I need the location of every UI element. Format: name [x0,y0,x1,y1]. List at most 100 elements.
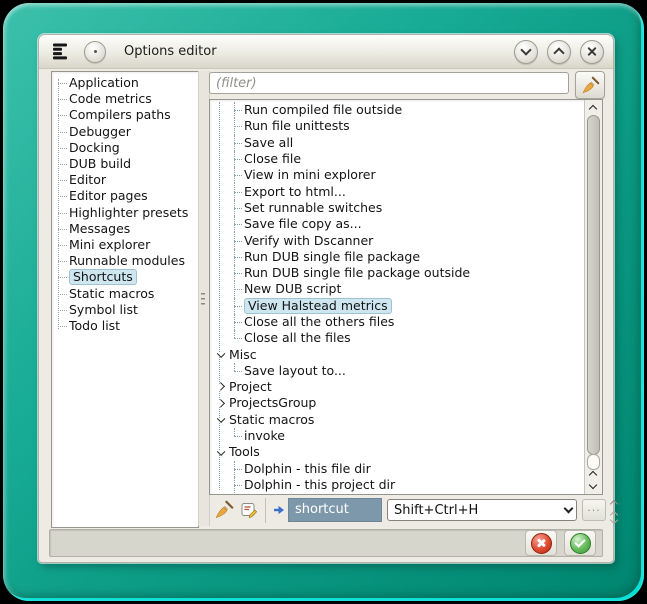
close-button[interactable] [580,40,604,64]
sidebar-item[interactable]: Docking [52,140,198,156]
tree-row[interactable]: Project [210,379,584,395]
cancel-x-icon [531,533,552,554]
tree-row[interactable]: Run compiled file outside [210,102,584,118]
tree-row[interactable]: View Halstead metrics [210,298,584,314]
sidebar-item-label: Docking [69,141,120,155]
sidebar-item-label: Symbol list [69,303,138,317]
expand-icon[interactable] [214,401,227,407]
tree-line [58,221,68,237]
sidebar-item[interactable]: Shortcuts [52,269,198,285]
sidebar-item[interactable]: Application [52,75,198,91]
tree-row[interactable]: Close all the others files [210,314,584,330]
tree-item-label: Static macros [229,413,314,427]
tree-row[interactable]: Save layout to... [210,363,584,379]
tree-row[interactable]: Close file [210,151,584,167]
tree-line [234,102,243,118]
clear-filter-button[interactable] [575,71,605,99]
sidebar-item-label: Compilers paths [69,108,171,122]
clean-properties-button[interactable] [214,500,234,520]
scroll-up-button-bottom[interactable] [585,467,601,480]
sidebar-item[interactable]: Static macros [52,285,198,301]
scroll-up-button[interactable] [585,101,601,114]
selected-property-arrow-icon [273,505,285,515]
tree-row[interactable]: Dolphin - this file dir [210,461,584,477]
tree-row[interactable]: Static macros [210,412,584,428]
property-grid: shortcut Shift+Ctrl+H ... [265,498,617,523]
sidebar-item[interactable]: DUB build [52,156,198,172]
sidebar-item[interactable]: Compilers paths [52,107,198,123]
broom-icon [214,500,234,520]
accept-button[interactable] [564,530,596,556]
sidebar-item-label: Debugger [69,125,131,139]
shortcut-value-combobox[interactable]: Shift+Ctrl+H [387,499,577,521]
cancel-button[interactable] [525,530,557,556]
combo-chevron-down-icon [564,504,574,514]
sidebar-item[interactable]: Mini explorer [52,237,198,253]
sidebar-item[interactable]: Editor [52,172,198,188]
tree-item-label: Tools [229,445,260,459]
sidebar-item[interactable]: Editor pages [52,188,198,204]
sidebar-item[interactable]: Highlighter presets [52,205,198,221]
shortcut-value: Shift+Ctrl+H [394,503,565,518]
tree-row[interactable]: View in mini explorer [210,167,584,183]
shortcuts-tree-panel: Run compiled file outsideRun file unitte… [209,99,603,495]
collapse-icon[interactable] [214,451,227,455]
window-menu-button[interactable] [84,41,106,63]
property-name-cell[interactable]: shortcut [288,498,382,522]
collapse-icon[interactable] [214,353,227,357]
tree-line [58,107,68,123]
tree-row[interactable]: Save all [210,135,584,151]
category-list: ApplicationCode metrics Compilers paths De… [52,75,198,334]
tree-row[interactable]: Tools [210,444,584,460]
tree-row[interactable]: Save file copy as... [210,216,584,232]
tree-line [58,253,68,269]
maximize-button[interactable] [547,40,571,64]
tree-row[interactable]: Verify with Dscanner [210,232,584,248]
filter-input[interactable] [209,72,569,94]
titlebar[interactable]: Options editor [39,35,613,69]
tree-line [234,118,243,134]
window-title: Options editor [124,44,217,59]
tree-line [234,281,243,297]
tree-row[interactable]: invoke [210,428,584,444]
sidebar-item[interactable]: Debugger [52,124,198,140]
tree-row[interactable]: ProjectsGroup [210,395,584,411]
sidebar-item-label: Code metrics [69,92,152,106]
tree-line [234,330,243,346]
scrollbar-thumb[interactable] [587,115,600,455]
scroll-down-button[interactable] [585,480,601,493]
tree-row[interactable]: Export to html... [210,183,584,199]
expand-icon[interactable] [214,384,227,390]
note-pencil-icon [241,502,258,519]
tree-row[interactable]: Misc [210,346,584,362]
sidebar-item-label: Shortcuts [69,269,137,285]
collapse-icon[interactable] [214,418,227,422]
sidebar-item[interactable]: Messages [52,221,198,237]
tree-item-label: Dolphin - this file dir [244,462,371,476]
sidebar-item[interactable]: Runnable modules [52,253,198,269]
property-grid-scrollbar[interactable] [611,498,617,523]
tree-row[interactable]: New DUB script [210,281,584,297]
tree-row[interactable]: Run file unittests [210,118,584,134]
tree-row[interactable]: Set runnable switches [210,200,584,216]
tree-row[interactable]: Dolphin - this project dir [210,477,584,493]
tree-item-label: Run file unittests [244,119,350,133]
tree-scrollbar[interactable] [584,100,602,494]
sidebar-item[interactable]: Todo list [52,318,198,334]
tree-line [234,135,243,151]
sidebar-item-label: Editor [69,173,106,187]
tree-item-label: View in mini explorer [244,168,376,182]
sidebar-item-label: Static macros [69,287,154,301]
sidebar-item-label: DUB build [69,157,131,171]
tree-item-label: Dolphin - this project dir [244,478,395,492]
tree-row[interactable]: Run DUB single file package [210,249,584,265]
edit-value-button[interactable] [241,502,258,519]
tree-line [234,265,243,281]
sidebar-item[interactable]: Code metrics [52,91,198,107]
minimize-button[interactable] [514,40,538,64]
tree-item-label: ProjectsGroup [229,396,316,410]
tree-row[interactable]: Run DUB single file package outside [210,265,584,281]
more-options-button[interactable]: ... [582,499,606,521]
sidebar-item[interactable]: Symbol list [52,302,198,318]
tree-row[interactable]: Close all the files [210,330,584,346]
